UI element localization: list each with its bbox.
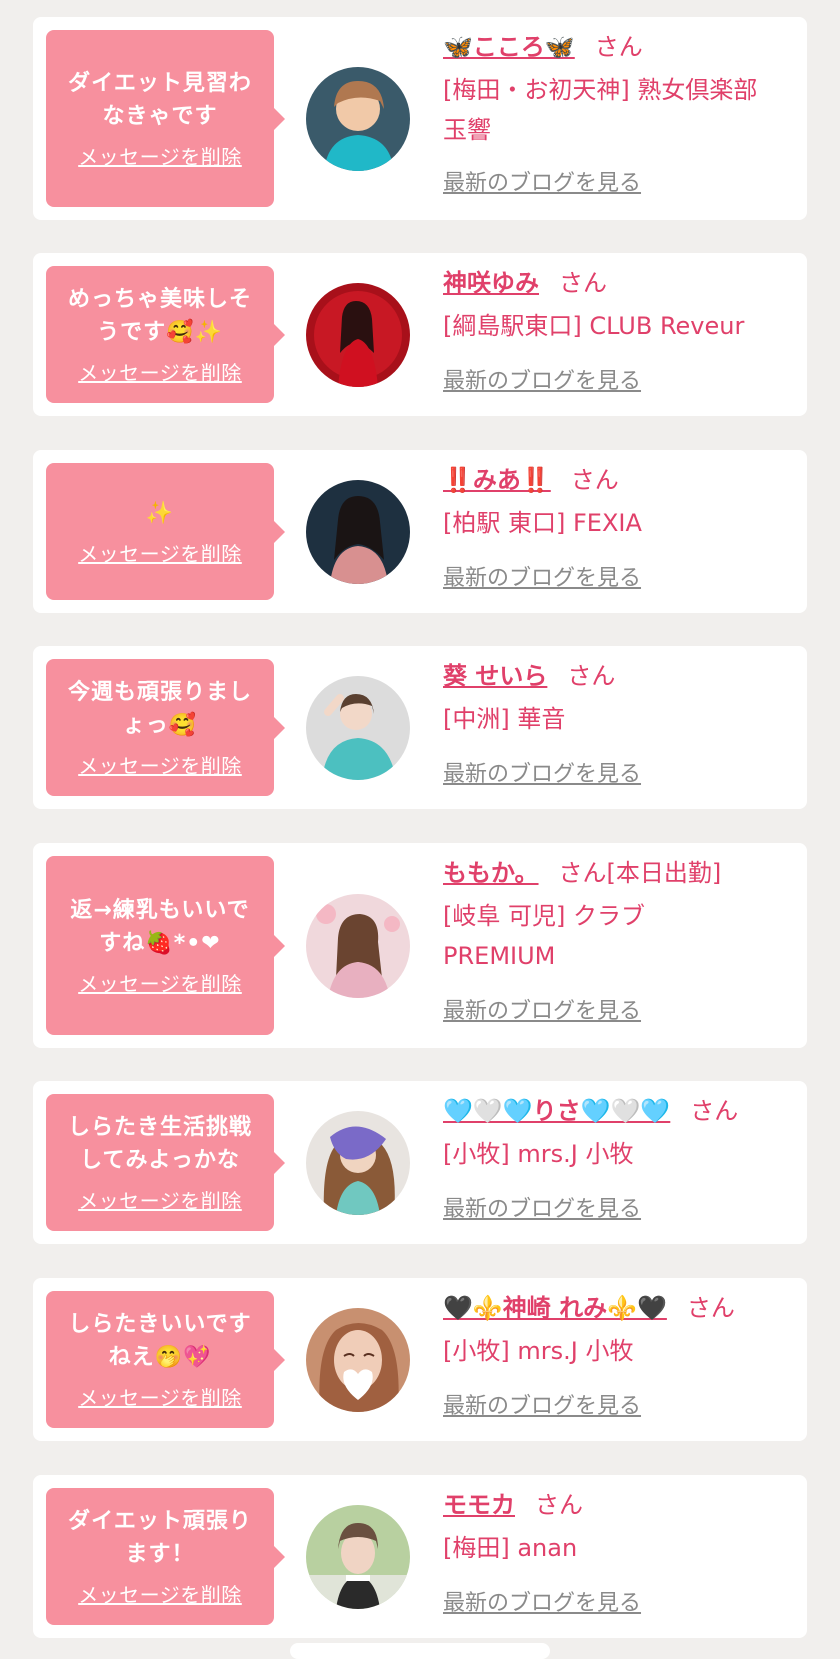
latest-blog-link[interactable]: 最新のブログを見る (443, 1191, 641, 1223)
shop-info: [小牧] mrs.J 小牧 (443, 1140, 634, 1168)
message-card: 返→練乳もいいで すね🍓*•❤ メッセージを削除 ももか。 さん[本日出勤] [岐… (33, 843, 807, 1048)
message-bubble: めっちゃ美味しそ うです🥰✨ メッセージを削除 (46, 266, 285, 403)
profile-name-link[interactable]: 🖤⚜️神崎 れみ⚜️🖤 (443, 1294, 667, 1322)
name-line: 🖤⚜️神崎 れみ⚜️🖤 さん (443, 1291, 793, 1325)
profile-name-link[interactable]: モモカ (443, 1491, 515, 1519)
name-line: 🩵🤍🩵りさ🩵🤍🩵 さん (443, 1094, 793, 1128)
avatar[interactable] (306, 676, 410, 780)
profile-info: モモカ さん [梅田] anan (443, 1488, 793, 1568)
avatar[interactable] (306, 283, 410, 387)
delete-message-link[interactable]: メッセージを削除 (78, 1382, 242, 1411)
profile-info: ‼️みあ‼️ さん [柏駅 東口] FEXIA (443, 463, 793, 543)
name-line: 神咲ゆみ さん (443, 266, 793, 300)
message-card: しらたき生活挑戦 してみよっかな メッセージを削除 🩵🤍🩵りさ🩵🤍🩵 さん [小牧… (33, 1081, 807, 1244)
avatar[interactable] (306, 894, 410, 998)
delete-message-link[interactable]: メッセージを削除 (78, 141, 242, 170)
avatar[interactable] (306, 1505, 410, 1609)
message-bubble: 返→練乳もいいで すね🍓*•❤ メッセージを削除 (46, 856, 285, 1035)
delete-message-link[interactable]: メッセージを削除 (78, 1579, 242, 1608)
shop-info: [梅田・お初天神] 熟女倶楽部 玉響 (443, 76, 758, 144)
profile-info: 神咲ゆみ さん [綱島駅東口] CLUB Reveur (443, 266, 793, 346)
profile-info: 🩵🤍🩵りさ🩵🤍🩵 さん [小牧] mrs.J 小牧 (443, 1094, 793, 1174)
profile-info: ももか。 さん[本日出勤] [岐阜 可児] クラブ PREMIUM (443, 856, 793, 976)
shop-info: [梅田] anan (443, 1534, 578, 1562)
message-bubble: ✨ メッセージを削除 (46, 463, 285, 600)
avatar[interactable] (306, 1308, 410, 1412)
message-card: ✨ メッセージを削除 ‼️みあ‼️ さん [柏駅 東口] FEXIA 最新のブログ… (33, 450, 807, 613)
profile-name-link[interactable]: 🩵🤍🩵りさ🩵🤍🩵 (443, 1097, 670, 1125)
profile-name-link[interactable]: ももか。 (443, 859, 539, 887)
status-suffix: [本日出勤] (606, 859, 722, 887)
honorific: さん (686, 1294, 735, 1322)
name-line: モモカ さん (443, 1488, 793, 1522)
message-card: ダイエット頑張り ます！ メッセージを削除 モモカ さん [梅田] anan 最新… (33, 1475, 807, 1638)
name-line: 🦋こころ🦋 さん (443, 30, 793, 64)
message-bubble: ダイエット見習わ なきゃです メッセージを削除 (46, 30, 285, 207)
avatar[interactable] (306, 480, 410, 584)
message-text: しらたき生活挑戦 してみよっかな (67, 1115, 252, 1173)
honorific: さん (690, 1097, 739, 1125)
message-card: 今週も頑張りまし ょっ🥰 メッセージを削除 葵 せいら さん [中洲] 華音 最新… (33, 646, 807, 809)
avatar[interactable] (306, 1111, 410, 1215)
profile-info: 🖤⚜️神崎 れみ⚜️🖤 さん [小牧] mrs.J 小牧 (443, 1291, 793, 1371)
latest-blog-link[interactable]: 最新のブログを見る (443, 1388, 641, 1420)
delete-message-link[interactable]: メッセージを削除 (78, 357, 242, 386)
shop-info: [中洲] 華音 (443, 705, 566, 733)
profile-name-link[interactable]: 神咲ゆみ (443, 269, 539, 297)
latest-blog-link[interactable]: 最新のブログを見る (443, 560, 641, 592)
honorific: さん (570, 466, 619, 494)
shop-info: [岐阜 可児] クラブ PREMIUM (443, 902, 645, 970)
name-line: 葵 せいら さん (443, 659, 793, 693)
latest-blog-link[interactable]: 最新のブログを見る (443, 993, 641, 1025)
message-text: ダイエット頑張り ます！ (68, 1509, 252, 1567)
shop-info: [柏駅 東口] FEXIA (443, 509, 642, 537)
delete-message-link[interactable]: メッセージを削除 (78, 538, 242, 567)
profile-info: 葵 せいら さん [中洲] 華音 (443, 659, 793, 739)
message-text: 返→練乳もいいで すね🍓*•❤ (70, 898, 250, 956)
name-line: ‼️みあ‼️ さん (443, 463, 793, 497)
honorific: さん (535, 1491, 583, 1519)
profile-name-link[interactable]: 🦋こころ🦋 (443, 33, 575, 61)
message-text: ✨ (145, 500, 175, 526)
name-line: ももか。 さん[本日出勤] (443, 856, 793, 890)
delete-message-link[interactable]: メッセージを削除 (78, 1185, 242, 1214)
message-card: ダイエット見習わ なきゃです メッセージを削除 🦋こころ🦋 さん [梅田・お初天神… (33, 17, 807, 220)
message-card: しらたきいいです ねえ🤭💖 メッセージを削除 🖤⚜️神崎 れみ⚜️🖤 さん [小牧… (33, 1278, 807, 1441)
message-bubble: しらたきいいです ねえ🤭💖 メッセージを削除 (46, 1291, 285, 1428)
honorific: さん (567, 662, 616, 690)
profile-name-link[interactable]: 葵 せいら (443, 662, 547, 690)
message-bubble: しらたき生活挑戦 してみよっかな メッセージを削除 (46, 1094, 285, 1231)
honorific: さん (559, 269, 607, 297)
message-card: めっちゃ美味しそ うです🥰✨ メッセージを削除 神咲ゆみ さん [綱島駅東口] C… (33, 253, 807, 416)
profile-name-link[interactable]: ‼️みあ‼️ (443, 466, 551, 494)
message-text: 今週も頑張りまし ょっ🥰 (67, 680, 252, 738)
latest-blog-link[interactable]: 最新のブログを見る (443, 165, 641, 197)
message-text: しらたきいいです ねえ🤭💖 (68, 1312, 252, 1370)
message-bubble: ダイエット頑張り ます！ メッセージを削除 (46, 1488, 285, 1625)
shop-info: [小牧] mrs.J 小牧 (443, 1337, 634, 1365)
delete-message-link[interactable]: メッセージを削除 (78, 968, 242, 997)
honorific: さん (558, 859, 607, 887)
latest-blog-link[interactable]: 最新のブログを見る (443, 756, 641, 788)
delete-message-link[interactable]: メッセージを削除 (78, 750, 242, 779)
message-bubble: 今週も頑張りまし ょっ🥰 メッセージを削除 (46, 659, 285, 796)
shop-info: [綱島駅東口] CLUB Reveur (443, 312, 745, 340)
avatar[interactable] (306, 67, 410, 171)
latest-blog-link[interactable]: 最新のブログを見る (443, 1585, 641, 1617)
honorific: さん (594, 33, 643, 61)
latest-blog-link[interactable]: 最新のブログを見る (443, 363, 641, 395)
message-text: めっちゃ美味しそ うです🥰✨ (67, 287, 252, 345)
scroll-handle[interactable] (290, 1643, 550, 1659)
profile-info: 🦋こころ🦋 さん [梅田・お初天神] 熟女倶楽部 玉響 (443, 30, 793, 150)
message-text: ダイエット見習わ なきゃです (68, 71, 252, 129)
